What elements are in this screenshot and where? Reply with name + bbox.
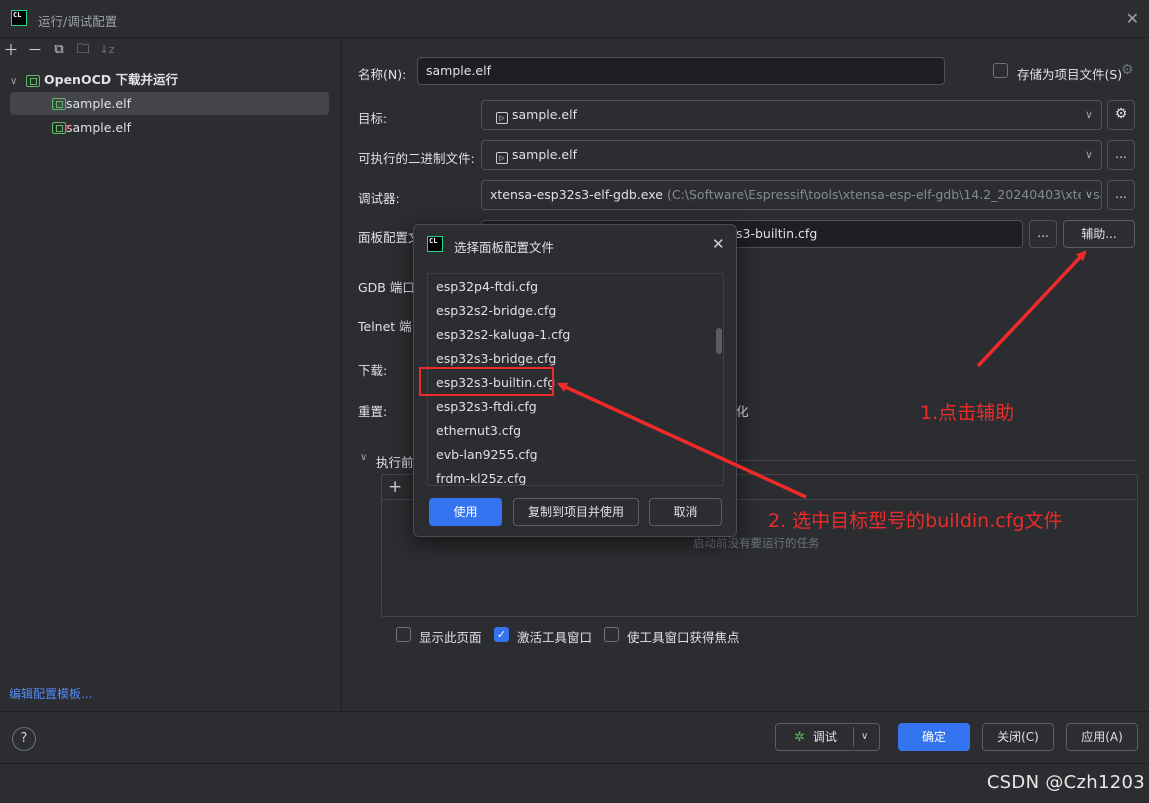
watermark: CSDN @Czh1203	[986, 772, 1145, 793]
debug-label: 调试	[812, 730, 837, 744]
arrow-to-builtin-item	[557, 382, 807, 499]
close-button[interactable]: 关闭(C)	[982, 723, 1054, 751]
highlight-box	[419, 367, 554, 396]
apply-button[interactable]: 应用(A)	[1066, 723, 1138, 751]
help-icon[interactable]: ?	[12, 727, 36, 751]
annotation-step1: 1.点击辅助	[920, 402, 1015, 424]
chevron-down-icon[interactable]: ∨	[861, 724, 868, 750]
split-divider	[853, 727, 854, 747]
ok-button[interactable]: 确定	[898, 723, 970, 751]
arrow-to-assist-button	[976, 250, 1087, 368]
footer-strip: CSDN @Czh1203	[0, 763, 1149, 803]
bug-icon: ✲	[794, 730, 806, 745]
dialog-button-bar: ? ✲ 调试 ∨ 确定 关闭(C) 应用(A)	[0, 711, 1149, 763]
annotation-step2: 2. 选中目标型号的buildin.cfg文件	[768, 510, 1063, 532]
debug-split-button[interactable]: ✲ 调试 ∨	[775, 723, 880, 751]
